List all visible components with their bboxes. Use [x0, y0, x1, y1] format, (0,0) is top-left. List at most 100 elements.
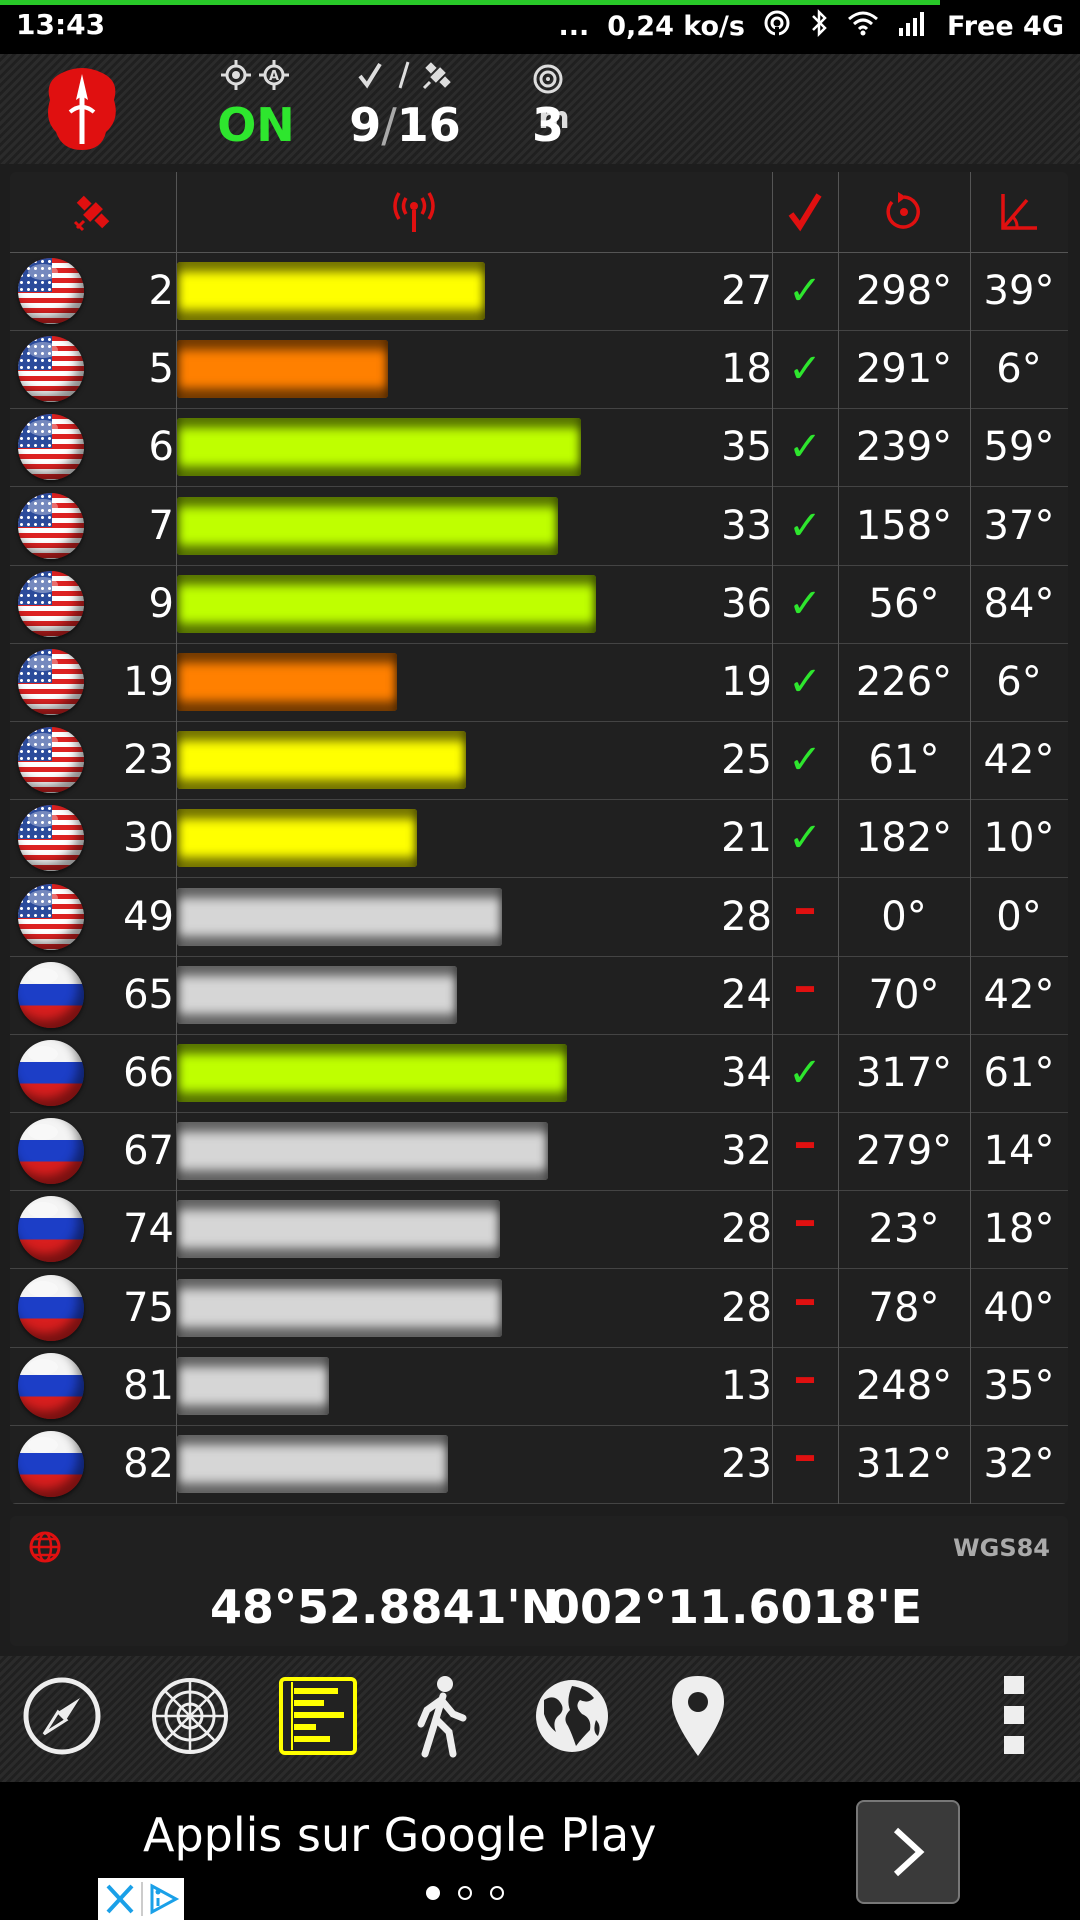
table-row: 23 25 ✓ 61° 42° [10, 721, 1068, 801]
azimuth-value: 0° [881, 893, 927, 940]
azimuth-icon[interactable] [838, 186, 970, 238]
used-check-icon: ✓ [788, 580, 822, 627]
signal-bar [177, 1044, 568, 1102]
page-dot [458, 1886, 472, 1900]
elevation-icon[interactable] [970, 186, 1068, 238]
unused-dash-icon: – [793, 1115, 817, 1170]
satellite-prn: 2 [148, 268, 174, 314]
satellite-prn: 23 [123, 737, 174, 784]
elevation-value: 14° [983, 1128, 1055, 1175]
signal-bar [177, 653, 397, 711]
table-row: 19 19 ✓ 226° 6° [10, 643, 1068, 722]
used-check-icon: ✓ [788, 346, 822, 393]
satellites-header-icons [340, 58, 470, 98]
app-logo-icon[interactable] [44, 66, 120, 154]
globe-icon[interactable] [530, 1674, 614, 1758]
table-row: 49 28– 0° 0° [10, 878, 1068, 957]
signal-strength-value: 13 [721, 1362, 772, 1409]
russia-flag-icon [18, 1118, 84, 1185]
used-check-icon: ✓ [788, 737, 822, 784]
azimuth-value: 158° [855, 502, 953, 549]
ad-next-button[interactable] [856, 1800, 960, 1904]
compass-icon[interactable] [20, 1674, 104, 1758]
azimuth-value: 70° [868, 971, 940, 1018]
globe-grid-icon[interactable] [28, 1530, 62, 1568]
coordinates-panel: WGS84 48°52.8841'N 002°11.6018'E [10, 1516, 1068, 1646]
satellite-prn: 66 [123, 1050, 174, 1096]
signal-strength-value: 24 [721, 971, 772, 1018]
signal-bar [177, 574, 596, 633]
signal-strength-value: 28 [721, 1284, 772, 1331]
chevron-right-icon [893, 1827, 925, 1877]
ad-text[interactable]: Applis sur Google Play [143, 1808, 656, 1862]
ad-choices-badge[interactable] [98, 1878, 184, 1920]
column-divider [838, 172, 839, 1504]
satellite-prn: 6 [148, 424, 174, 471]
signal-bar [177, 1200, 500, 1259]
used-check-icon: ✓ [788, 268, 822, 314]
elevation-value: 0° [996, 893, 1042, 940]
page-dot [426, 1886, 440, 1900]
map-pin-icon[interactable] [656, 1674, 740, 1758]
satellite-prn: 67 [123, 1128, 174, 1175]
satellite-prn: 19 [123, 659, 174, 705]
russia-flag-icon [18, 961, 84, 1028]
usa-flag-icon [18, 805, 84, 872]
unused-dash-icon: – [793, 1428, 817, 1482]
unused-dash-icon: – [793, 1349, 817, 1404]
status-time: 13:43 [16, 8, 106, 41]
elevation-value: 18° [983, 1206, 1055, 1253]
signal-bar [177, 887, 503, 946]
used-in-fix-icon[interactable] [772, 186, 838, 238]
russia-flag-icon [18, 1431, 84, 1497]
signal-bars-icon[interactable] [276, 1674, 360, 1758]
signal-bar [177, 418, 582, 477]
signal-strength-icon [897, 10, 929, 43]
signal-bar [177, 1435, 448, 1493]
signal-strength-value: 32 [721, 1128, 772, 1175]
usa-flag-icon [18, 883, 84, 950]
azimuth-value: 56° [868, 580, 940, 627]
status-right: ... 0,24 ko/s Free 4G [558, 8, 1064, 45]
satellite-prn: 65 [123, 971, 174, 1018]
satellite-prn: 49 [123, 893, 174, 940]
russia-flag-icon [18, 1352, 84, 1419]
signal-antenna-icon[interactable] [177, 186, 650, 238]
satellite-prn: 81 [123, 1362, 174, 1409]
unused-dash-icon: – [793, 958, 817, 1013]
table-row: 2 27 ✓ 298° 39° [10, 252, 1068, 331]
hotspot-icon [763, 9, 791, 44]
gps-status-group: A ON [212, 58, 300, 152]
satellites-used: 9 [349, 98, 382, 152]
elevation-value: 32° [983, 1441, 1055, 1487]
overflow-menu-icon[interactable] [972, 1674, 1058, 1758]
azimuth-value: 182° [855, 815, 953, 862]
satellite-prn: 7 [148, 502, 174, 549]
signal-strength-value: 35 [721, 424, 772, 471]
signal-bar [177, 965, 458, 1024]
signal-strength-value: 34 [721, 1050, 772, 1096]
satellite-prn: 9 [148, 580, 174, 627]
satellite-table: 2 27 ✓ 298° 39° 5 18 ✓ 291° 6° 6 35 ✓ 239° 59° 7 33 ✓ 158°… [10, 172, 1068, 1504]
elevation-value: 84° [983, 580, 1055, 627]
page-dot [490, 1886, 504, 1900]
usa-flag-icon [18, 414, 84, 481]
russia-flag-icon [18, 1040, 84, 1106]
azimuth-value: 298° [855, 268, 953, 314]
russia-flag-icon [18, 1196, 84, 1263]
satellites-separator: / [381, 98, 397, 152]
azimuth-value: 291° [855, 346, 953, 393]
app-header: A ON 9/16 m 3 [0, 54, 1080, 164]
radar-icon[interactable] [148, 1674, 232, 1758]
walking-person-icon[interactable] [400, 1674, 484, 1758]
accuracy-header: m [506, 58, 590, 136]
status-speed: 0,24 ko/s [607, 11, 745, 42]
satellite-icon[interactable] [10, 186, 176, 238]
signal-bar [177, 1356, 330, 1415]
wifi-icon [847, 10, 879, 43]
ad-banner[interactable]: Applis sur Google Play [0, 1782, 1080, 1920]
elevation-value: 61° [983, 1050, 1055, 1096]
table-row: 7 33 ✓ 158° 37° [10, 487, 1068, 566]
column-divider [772, 172, 773, 1504]
signal-strength-value: 18 [721, 346, 772, 393]
